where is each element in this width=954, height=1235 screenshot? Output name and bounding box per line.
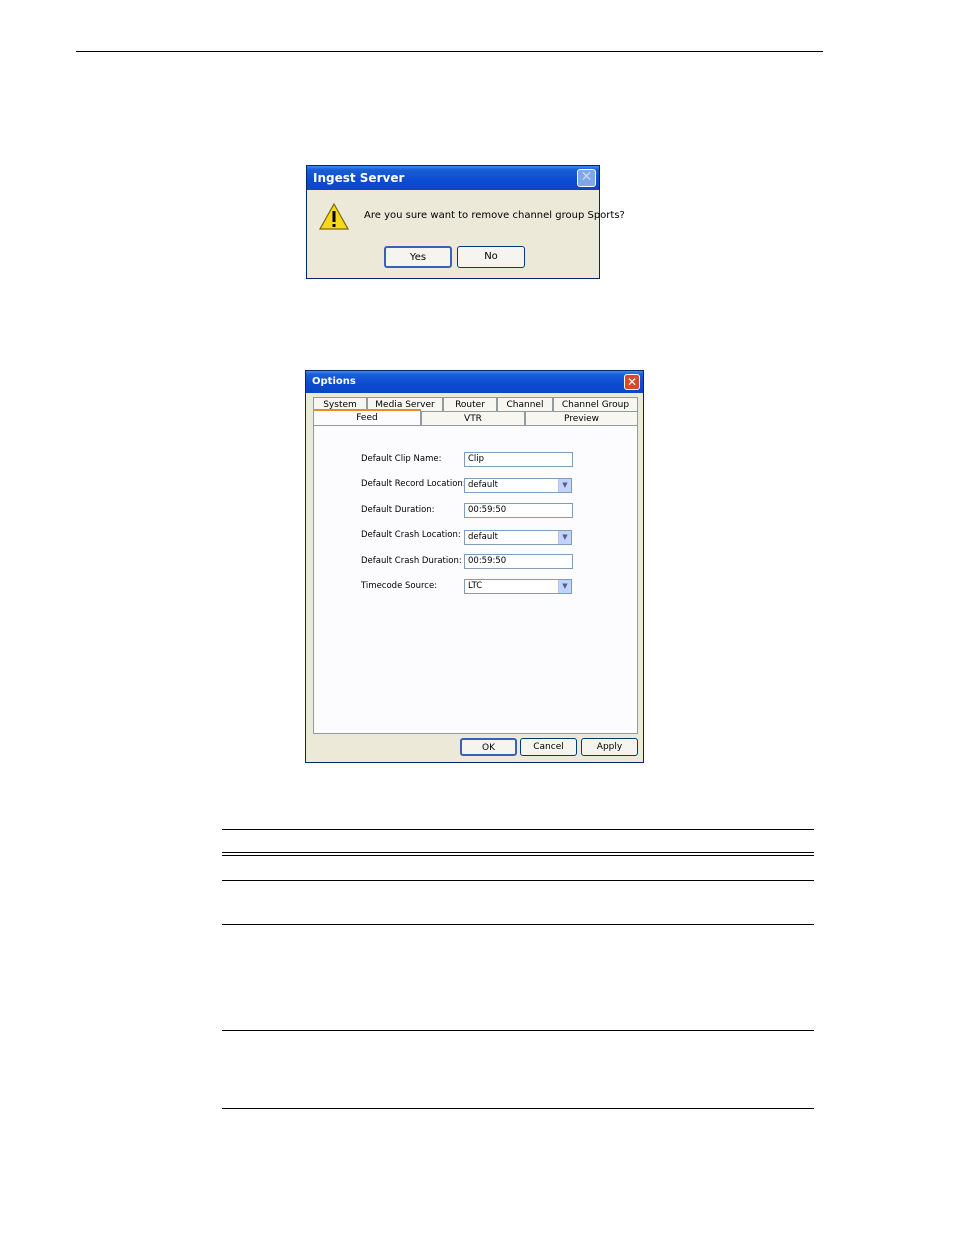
table-row-rule-1 — [222, 880, 814, 881]
crash-location-label: Default Crash Location: — [361, 530, 461, 540]
ok-button[interactable]: OK — [460, 738, 517, 756]
crash-location-value: default — [468, 532, 498, 542]
tab-feed[interactable]: Feed — [313, 409, 421, 425]
table-header-rule-2 — [222, 855, 814, 856]
chevron-down-icon[interactable]: ▼ — [558, 479, 571, 492]
close-icon[interactable]: ✕ — [624, 374, 640, 390]
timecode-source-label: Timecode Source: — [361, 581, 438, 591]
tab-channel[interactable]: Channel — [497, 397, 553, 411]
table-row-rule-2 — [222, 924, 814, 925]
table-top-rule — [222, 829, 814, 830]
clip-name-label: Default Clip Name: — [361, 454, 442, 464]
tab-preview[interactable]: Preview — [525, 411, 638, 425]
crash-location-select[interactable]: default ▼ — [464, 530, 572, 545]
close-icon[interactable]: ✕ — [577, 169, 596, 187]
warning-icon — [319, 202, 349, 230]
dialog-title: Options — [306, 371, 643, 393]
chevron-down-icon[interactable]: ▼ — [558, 531, 571, 544]
header-rule — [76, 51, 823, 52]
dialog-title: Ingest Server — [307, 166, 599, 190]
table-bottom-rule — [222, 1108, 814, 1109]
chevron-down-icon[interactable]: ▼ — [558, 580, 571, 593]
table-row-rule-3 — [222, 1030, 814, 1031]
apply-button[interactable]: Apply — [581, 738, 638, 756]
duration-input[interactable]: 00:59:50 — [464, 503, 573, 518]
table-header-rule-1 — [222, 852, 814, 853]
confirm-message: Are you sure want to remove channel grou… — [364, 210, 625, 221]
duration-label: Default Duration: — [361, 505, 435, 515]
tab-vtr[interactable]: VTR — [421, 411, 525, 425]
clip-name-input[interactable]: Clip — [464, 452, 573, 467]
tab-channel-group[interactable]: Channel Group — [553, 397, 638, 411]
yes-button[interactable]: Yes — [384, 246, 452, 268]
crash-duration-input[interactable]: 00:59:50 — [464, 554, 573, 569]
timecode-source-select[interactable]: LTC ▼ — [464, 579, 572, 594]
no-button[interactable]: No — [457, 246, 525, 268]
ingest-server-dialog: Ingest Server ✕ Are you sure want to rem… — [306, 165, 625, 279]
options-dialog: Options ✕ System Media Server Router Cha… — [305, 370, 644, 763]
record-location-value: default — [468, 480, 498, 490]
timecode-source-value: LTC — [468, 581, 483, 591]
record-location-select[interactable]: default ▼ — [464, 478, 572, 493]
record-location-label: Default Record Location: — [361, 479, 466, 489]
tab-router[interactable]: Router — [443, 397, 497, 411]
cancel-button[interactable]: Cancel — [520, 738, 577, 756]
crash-duration-label: Default Crash Duration: — [361, 556, 462, 566]
